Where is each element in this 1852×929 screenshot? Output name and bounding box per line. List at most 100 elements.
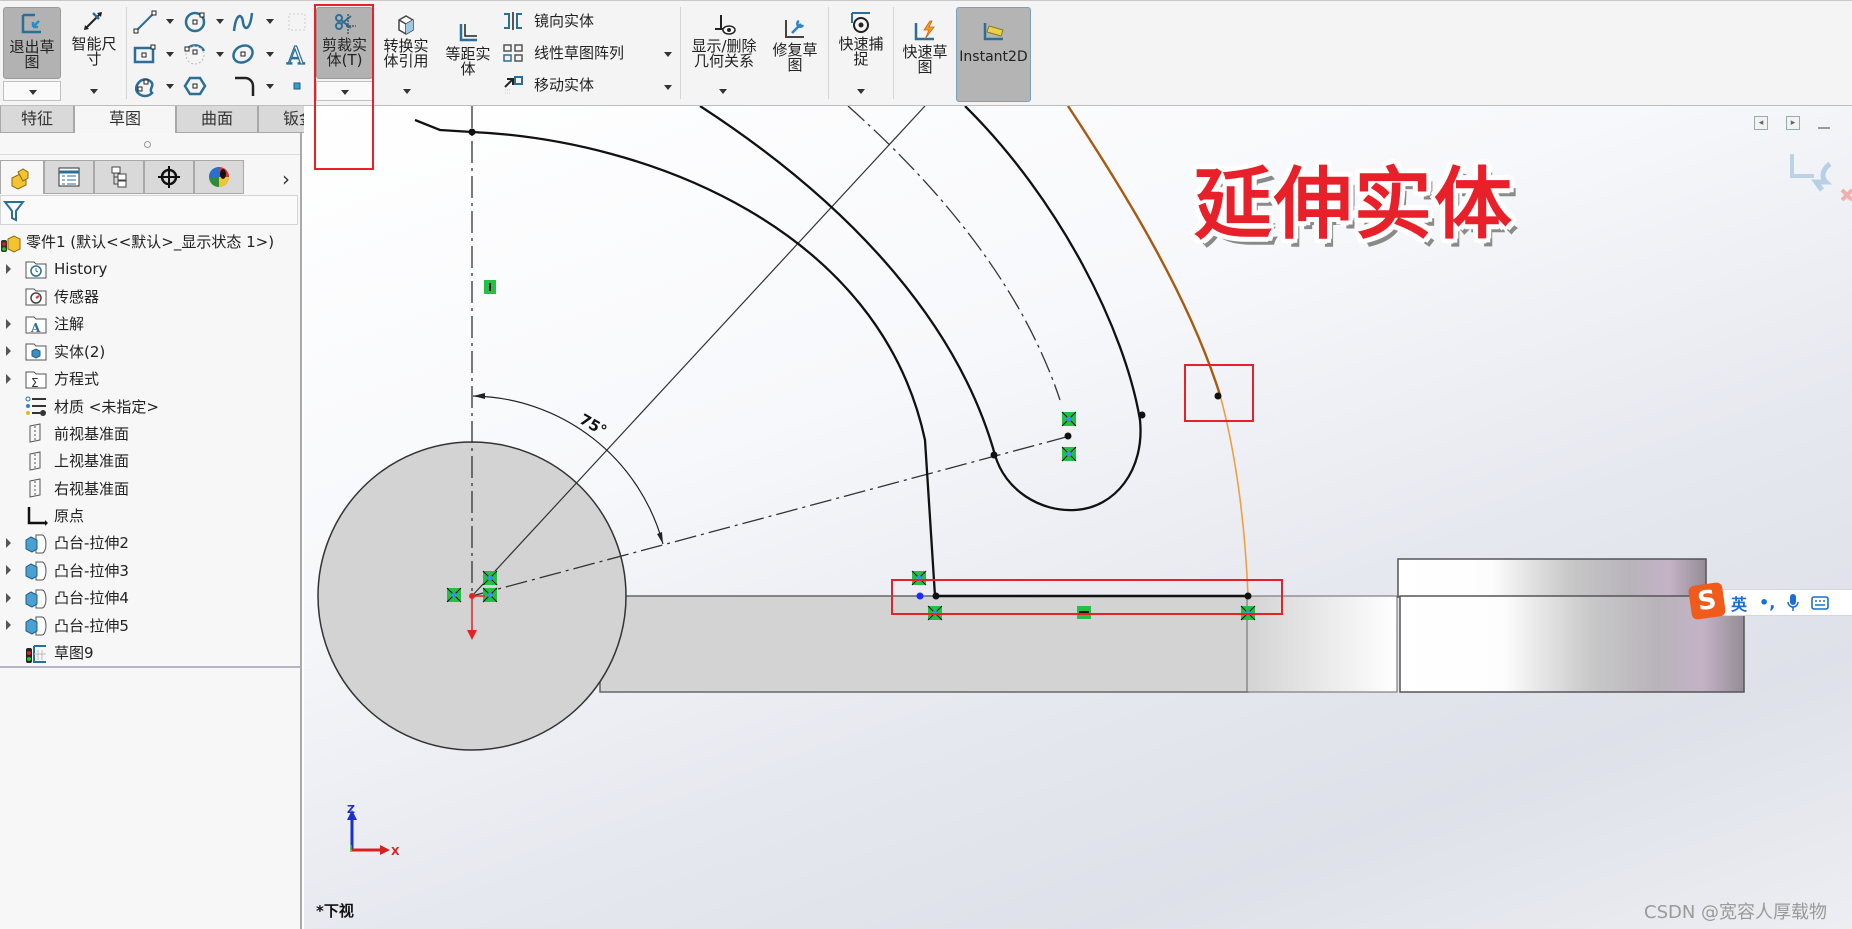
minimize-icon[interactable] [1818,127,1830,129]
expand-arrow-icon[interactable] [6,264,11,275]
graphics-area[interactable]: 75° Z X 延伸实体 ◂ ▸ 英 •, S *下视 CSDN @宽容人厚载物 [304,106,1852,929]
tree-item-boss-extrude5[interactable]: 凸台-拉伸5 [0,611,300,638]
tree-filter[interactable] [0,195,298,225]
ellipse-tool-icon[interactable] [230,41,256,67]
ime-mode-toggle[interactable]: 英 [1731,591,1747,615]
polygon-tool-icon[interactable] [182,73,208,99]
fillet-tool-icon[interactable] [232,73,258,99]
relation-vertical-icon[interactable] [484,280,496,294]
equations-folder-icon: Σ [25,371,47,390]
quick-snaps-button[interactable]: 快速捕 捉 [832,11,890,81]
slot-tool-icon[interactable] [132,73,158,99]
circle-tool-icon[interactable] [182,9,208,35]
chevron-right-icon[interactable]: › [282,167,290,191]
next-view-icon[interactable]: ▸ [1786,116,1800,130]
linear-sketch-pattern-button[interactable]: 线性草图阵列 [502,40,624,66]
tree-item-origin[interactable]: 原点 [0,502,300,529]
expand-arrow-icon[interactable] [6,592,11,603]
fillet-tool-dropdown[interactable] [266,84,274,89]
sketch-picture-icon[interactable] [284,9,310,35]
ime-punctuation-toggle[interactable]: •, [1759,593,1775,612]
ellipse-tool-dropdown[interactable] [266,52,274,57]
circle-tool-dropdown[interactable] [216,19,224,24]
ime-toolbar[interactable]: 英 •, S [1687,581,1852,622]
arc-tool-icon[interactable] [182,41,208,67]
rectangle-tool-icon[interactable] [132,41,158,67]
confirm-corner-exit-icon[interactable] [1784,150,1852,210]
prev-view-icon[interactable]: ◂ [1754,116,1768,130]
configuration-manager-tab[interactable] [94,160,144,194]
tree-item-boss-extrude3[interactable]: 凸台-拉伸3 [0,557,300,584]
sketch-point[interactable] [1064,432,1072,440]
smart-dimension-dropdown[interactable] [90,89,98,94]
rapid-sketch-button[interactable]: 快速草 图 [896,19,954,81]
tab-sketch[interactable]: 草图 [74,106,177,133]
tab-surfaces[interactable]: 曲面 [176,106,259,133]
microphone-icon[interactable] [1787,593,1800,612]
move-entities-button[interactable]: 移动实体 [502,72,594,98]
display-relations-dropdown[interactable] [719,89,727,94]
repair-sketch-button[interactable]: 修复草 图 [766,17,824,81]
relation-coincident-icon[interactable] [482,587,498,603]
tree-item-history[interactable]: History [0,255,300,282]
tree-item-boss-extrude2[interactable]: 凸台-拉伸2 [0,529,300,556]
expand-arrow-icon[interactable] [6,373,11,384]
expand-arrow-icon[interactable] [6,620,11,631]
expand-arrow-icon[interactable] [6,318,11,329]
arc-tool-dropdown[interactable] [216,52,224,57]
move-entities-dropdown[interactable] [664,85,672,90]
expand-arrow-icon[interactable] [6,565,11,576]
tree-item-front-plane[interactable]: 前视基准面 [0,420,300,447]
sketch-point[interactable] [990,451,998,459]
sketch-point[interactable] [468,128,476,136]
line-tool-dropdown[interactable] [166,19,174,24]
highlight-box-line [891,579,1283,615]
convert-entities-button[interactable]: 转换实 体引用 [378,13,434,81]
exit-sketch-button[interactable]: 退出草 图 [3,7,61,79]
sketch-canvas[interactable]: 75° Z X [304,106,1852,929]
tree-item-equations[interactable]: Σ 方程式 [0,365,300,392]
instant2d-button[interactable]: Instant2D [956,7,1031,102]
spline-tool-dropdown[interactable] [266,19,274,24]
display-delete-relations-button[interactable]: 显示/删除 几何关系 [684,13,764,81]
relation-coincident-icon[interactable] [1061,446,1077,462]
keyboard-icon[interactable] [1811,595,1830,610]
tree-item-annotations[interactable]: A 注解 [0,310,300,337]
rectangle-tool-dropdown[interactable] [166,52,174,57]
tree-root-part[interactable]: 零件1 (默认<<默认>_显示状态 1>) [0,228,300,255]
relation-coincident-icon[interactable] [1061,411,1077,427]
spline-tool-icon[interactable] [230,9,256,35]
smart-dimension-button[interactable]: 智能尺 寸 [66,9,122,81]
quick-snaps-dropdown[interactable] [857,89,865,94]
point-tool-icon[interactable] [284,73,310,99]
tab-features[interactable]: 特征 [0,106,75,133]
feature-manager-tab[interactable] [0,160,44,194]
line-tool-icon[interactable] [132,9,158,35]
expand-arrow-icon[interactable] [6,537,11,548]
tree-item-label: 材质 <未指定> [54,397,159,416]
tree-item-sensors[interactable]: 传感器 [0,283,300,310]
angle-dimension-value[interactable]: 75° [576,410,610,440]
tree-item-right-plane[interactable]: 右视基准面 [0,475,300,502]
relation-coincident-icon[interactable] [482,570,498,586]
triad-z-label: Z [347,803,355,816]
expand-arrow-icon[interactable] [6,346,11,357]
convert-entities-dropdown[interactable] [403,89,411,94]
tree-item-top-plane[interactable]: 上视基准面 [0,447,300,474]
relation-coincident-icon[interactable] [446,587,462,603]
tree-item-material[interactable]: 材质 <未指定> [0,392,300,419]
exit-sketch-dropdown[interactable] [3,81,61,101]
panel-grip[interactable] [0,133,300,155]
tree-item-sketch9[interactable]: 草图9 [0,639,300,666]
property-manager-tab[interactable] [44,160,94,194]
sketch-point[interactable] [1138,411,1146,419]
text-tool-icon[interactable]: A [284,41,310,67]
linear-pattern-dropdown[interactable] [664,52,672,57]
display-manager-tab[interactable] [194,160,244,194]
offset-entities-button[interactable]: 等距实 体 [440,21,496,81]
dimxpert-manager-tab[interactable] [144,160,194,194]
mirror-entities-button[interactable]: 镜向实体 [502,8,594,34]
tree-item-boss-extrude4[interactable]: 凸台-拉伸4 [0,584,300,611]
tree-item-solid-bodies[interactable]: 实体(2) [0,338,300,365]
slot-tool-dropdown[interactable] [166,84,174,89]
